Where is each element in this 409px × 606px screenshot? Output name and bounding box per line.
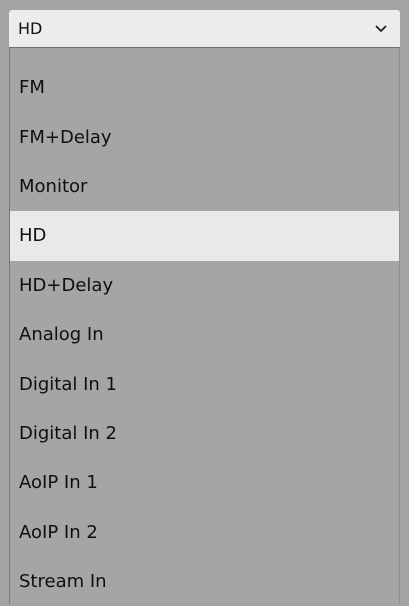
- source-select[interactable]: HD: [9, 10, 400, 47]
- option-label: HD+Delay: [19, 274, 114, 296]
- dropdown-list: FM FM+Delay Monitor HD HD+Delay Analog I…: [9, 47, 400, 604]
- chevron-down-icon[interactable]: [374, 22, 388, 36]
- option-aoip-in-1[interactable]: AoIP In 1: [10, 458, 399, 507]
- option-fm-delay[interactable]: FM+Delay: [10, 112, 399, 161]
- option-label: Stream In: [19, 571, 107, 593]
- option-digital-in-1[interactable]: Digital In 1: [10, 359, 399, 408]
- option-label: AoIP In 2: [19, 521, 98, 543]
- option-label: Monitor: [19, 175, 88, 197]
- select-current-value: HD: [18, 19, 43, 38]
- option-aoip-in-2[interactable]: AoIP In 2: [10, 508, 399, 557]
- option-fm[interactable]: FM: [10, 63, 399, 112]
- option-label: FM+Delay: [19, 126, 112, 148]
- option-monitor[interactable]: Monitor: [10, 162, 399, 211]
- option-label: Analog In: [19, 324, 104, 346]
- option-stream-in[interactable]: Stream In: [10, 557, 399, 606]
- option-label: HD: [19, 225, 47, 247]
- option-hd[interactable]: HD: [10, 211, 399, 261]
- option-digital-in-2[interactable]: Digital In 2: [10, 409, 399, 458]
- option-analog-in[interactable]: Analog In: [10, 310, 399, 359]
- option-label: Digital In 2: [19, 422, 117, 444]
- option-hd-delay[interactable]: HD+Delay: [10, 261, 399, 310]
- option-label: AoIP In 1: [19, 472, 98, 494]
- option-label: Digital In 1: [19, 373, 117, 395]
- option-label: FM: [19, 77, 45, 99]
